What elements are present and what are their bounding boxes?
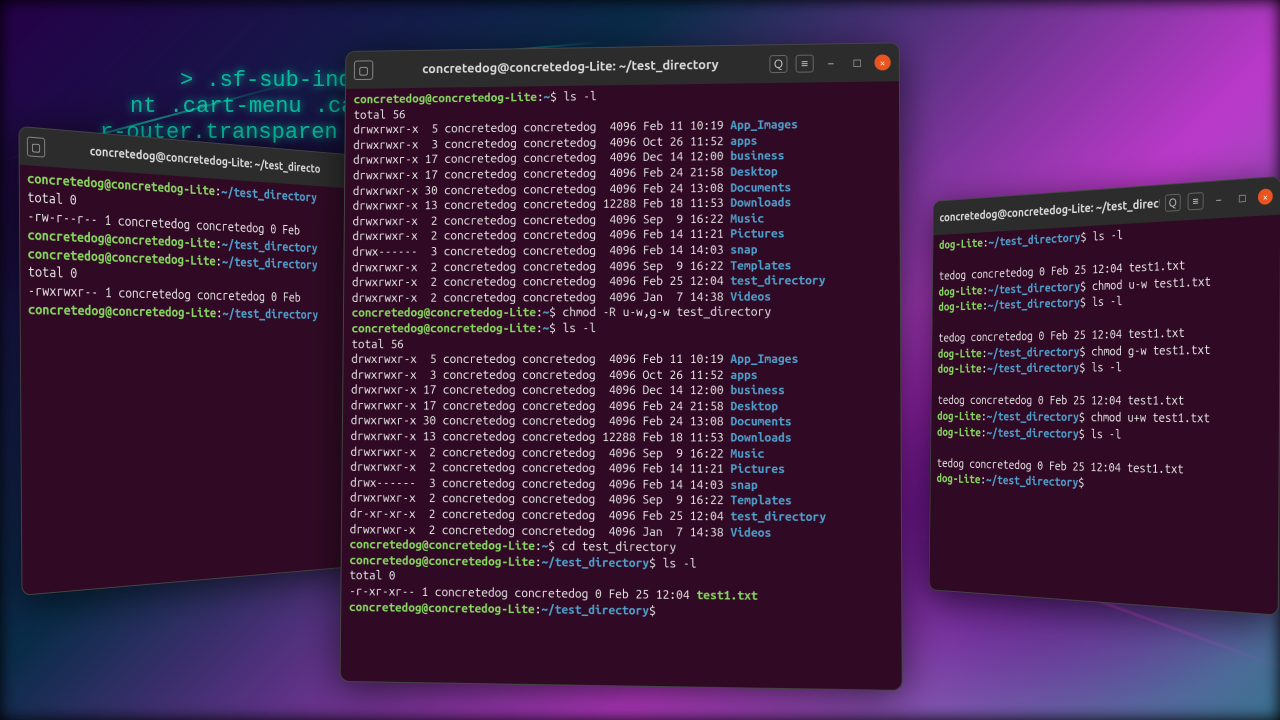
hamburger-menu-icon[interactable]: ≡ [1188,192,1204,210]
terminal-output[interactable]: concretedog@concretedog-Lite:~$ ls -l to… [341,81,901,626]
bg-code-line-1: > .sf-sub-ind [180,68,352,93]
search-icon[interactable]: Q [769,55,787,73]
terminal-output[interactable]: dog-Lite:~/test_directory$ ls -l tedog c… [931,215,1280,503]
close-icon[interactable]: × [1258,188,1273,205]
search-icon[interactable]: Q [1165,194,1181,212]
maximize-icon[interactable]: □ [1234,189,1251,208]
terminal-window-left[interactable]: ▢ concretedog@concretedog-Lite: ~/test_d… [18,126,363,596]
new-tab-icon[interactable]: ▢ [27,136,45,157]
bg-code-line-2: nt .cart-menu .ca [130,94,354,119]
close-icon[interactable]: × [874,54,890,70]
maximize-icon[interactable]: □ [848,54,866,72]
hamburger-menu-icon[interactable]: ≡ [796,55,814,73]
window-title: concretedog@concretedog-Lite: ~/test_dir… [379,57,763,76]
minimize-icon[interactable]: − [1211,190,1227,209]
terminal-window-center[interactable]: ▢ concretedog@concretedog-Lite: ~/test_d… [340,42,903,691]
terminal-output[interactable]: concretedog@concretedog-Lite:~/test_dire… [20,165,360,328]
terminal-window-right[interactable]: concretedog@concretedog-Lite: ~/test_dir… [929,176,1280,616]
window-title: concretedog@concretedog-Lite: ~/test_dir… [939,197,1159,224]
new-tab-icon[interactable]: ▢ [354,60,373,80]
minimize-icon[interactable]: − [822,54,840,72]
